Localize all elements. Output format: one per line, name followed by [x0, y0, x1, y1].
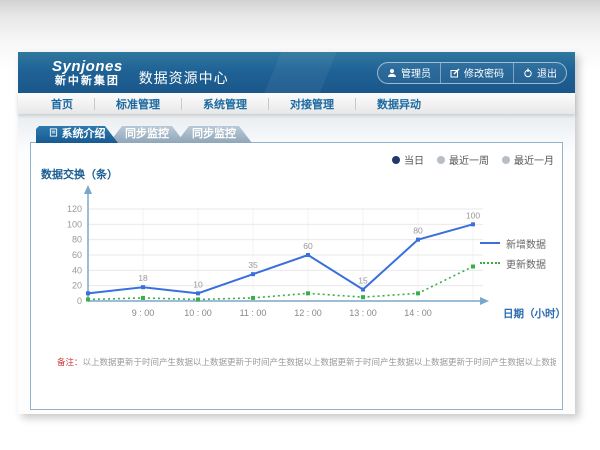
main-nav: 首页 标准管理 系统管理 对接管理 数据异动: [18, 93, 575, 114]
svg-text:18: 18: [138, 273, 148, 283]
change-password-button[interactable]: 修改密码: [440, 63, 513, 83]
legend-item-new-data: 新增数据: [480, 233, 558, 253]
svg-text:11 : 00: 11 : 00: [240, 308, 267, 318]
legend-item-update-data: 更新数据: [480, 253, 558, 273]
svg-text:0: 0: [77, 296, 82, 306]
user-icon: [387, 68, 397, 78]
svg-text:80: 80: [72, 235, 82, 245]
radio-unselected-icon: [437, 156, 445, 164]
svg-text:60: 60: [303, 241, 313, 251]
svg-text:120: 120: [67, 204, 82, 214]
power-icon: [523, 68, 533, 78]
svg-text:80: 80: [413, 226, 423, 236]
svg-text:100: 100: [466, 210, 480, 220]
logout-button[interactable]: 退出: [513, 63, 566, 83]
svg-text:15: 15: [358, 276, 368, 286]
tab-bar: 系统介绍 同步监控 同步监控: [36, 126, 563, 143]
admin-user-button[interactable]: 管理员: [378, 63, 440, 83]
svg-text:日期（小时）: 日期（小时）: [503, 307, 565, 320]
page-title: 数据资源中心: [139, 68, 229, 88]
radio-selected-icon: [392, 156, 400, 164]
tab-sync-monitor-2[interactable]: 同步监控: [176, 126, 252, 143]
brand-logo-en: Synjones: [52, 58, 123, 75]
screenshot-background: Synjones 新中新集团 数据资源中心 管理员 修改密码: [0, 0, 600, 450]
svg-text:10 : 00: 10 : 00: [184, 308, 212, 318]
change-password-label: 修改密码: [464, 65, 504, 80]
app-header: Synjones 新中新集团 数据资源中心 管理员 修改密码: [18, 52, 575, 93]
svg-text:60: 60: [72, 250, 82, 260]
content-area: 系统介绍 同步监控 同步监控 当日 最近一周: [18, 114, 575, 414]
brand-logo: Synjones 新中新集团: [52, 58, 123, 88]
edit-icon: [450, 68, 460, 78]
nav-item-interface-mgmt[interactable]: 对接管理: [269, 96, 355, 112]
logout-label: 退出: [537, 65, 557, 80]
tab-label: 同步监控: [125, 128, 169, 140]
tab-label: 系统介绍: [62, 126, 106, 143]
admin-user-label: 管理员: [401, 65, 431, 80]
y-axis-title: 数据交换（条）: [41, 166, 118, 182]
range-option-last-week[interactable]: 最近一周: [437, 152, 489, 167]
svg-text:35: 35: [248, 260, 258, 270]
footnote: 备注：以上数据更新于时间产生数据以上数据更新于时间产生数据以上数据更新于时间产生…: [57, 356, 556, 368]
legend-line-solid-icon: [480, 242, 500, 244]
svg-text:10: 10: [193, 279, 203, 289]
chart-legend: 新增数据 更新数据: [480, 233, 558, 273]
svg-text:14 : 00: 14 : 00: [404, 308, 432, 318]
tab-sync-monitor-1[interactable]: 同步监控: [109, 126, 185, 143]
range-option-label: 最近一周: [449, 152, 489, 167]
svg-text:100: 100: [67, 219, 82, 229]
range-option-last-month[interactable]: 最近一月: [502, 152, 554, 167]
legend-line-dotted-icon: [480, 262, 500, 264]
range-option-label: 当日: [404, 152, 424, 167]
legend-label: 新增数据: [506, 236, 546, 251]
nav-item-standard-mgmt[interactable]: 标准管理: [95, 96, 181, 112]
document-icon: [49, 126, 58, 143]
nav-item-data-change[interactable]: 数据异动: [356, 96, 442, 112]
tab-label: 同步监控: [192, 128, 236, 140]
svg-text:13 : 00: 13 : 00: [349, 308, 377, 318]
range-filter: 当日 最近一周 最近一月: [392, 152, 554, 167]
range-option-today[interactable]: 当日: [392, 152, 424, 167]
footnote-prefix: 备注：: [57, 357, 83, 367]
legend-label: 更新数据: [506, 256, 546, 271]
chart-panel: 当日 最近一周 最近一月 数据交换（条） 0 20 40 60 80 100 120 9 : …: [30, 142, 563, 410]
svg-text:9 : 00: 9 : 00: [132, 308, 155, 318]
svg-text:20: 20: [72, 281, 82, 291]
radio-unselected-icon: [502, 156, 510, 164]
tab-system-intro[interactable]: 系统介绍: [36, 126, 118, 143]
svg-text:12 : 00: 12 : 00: [294, 308, 322, 318]
range-option-label: 最近一月: [514, 152, 554, 167]
footnote-text: 以上数据更新于时间产生数据以上数据更新于时间产生数据以上数据更新于时间产生数据以…: [83, 357, 556, 367]
nav-item-home[interactable]: 首页: [30, 96, 94, 112]
svg-text:40: 40: [72, 265, 82, 275]
user-bar: 管理员 修改密码 退出: [377, 62, 567, 84]
nav-item-system-mgmt[interactable]: 系统管理: [182, 96, 268, 112]
brand-logo-cn: 新中新集团: [52, 75, 123, 88]
app-window: Synjones 新中新集团 数据资源中心 管理员 修改密码: [18, 52, 575, 414]
